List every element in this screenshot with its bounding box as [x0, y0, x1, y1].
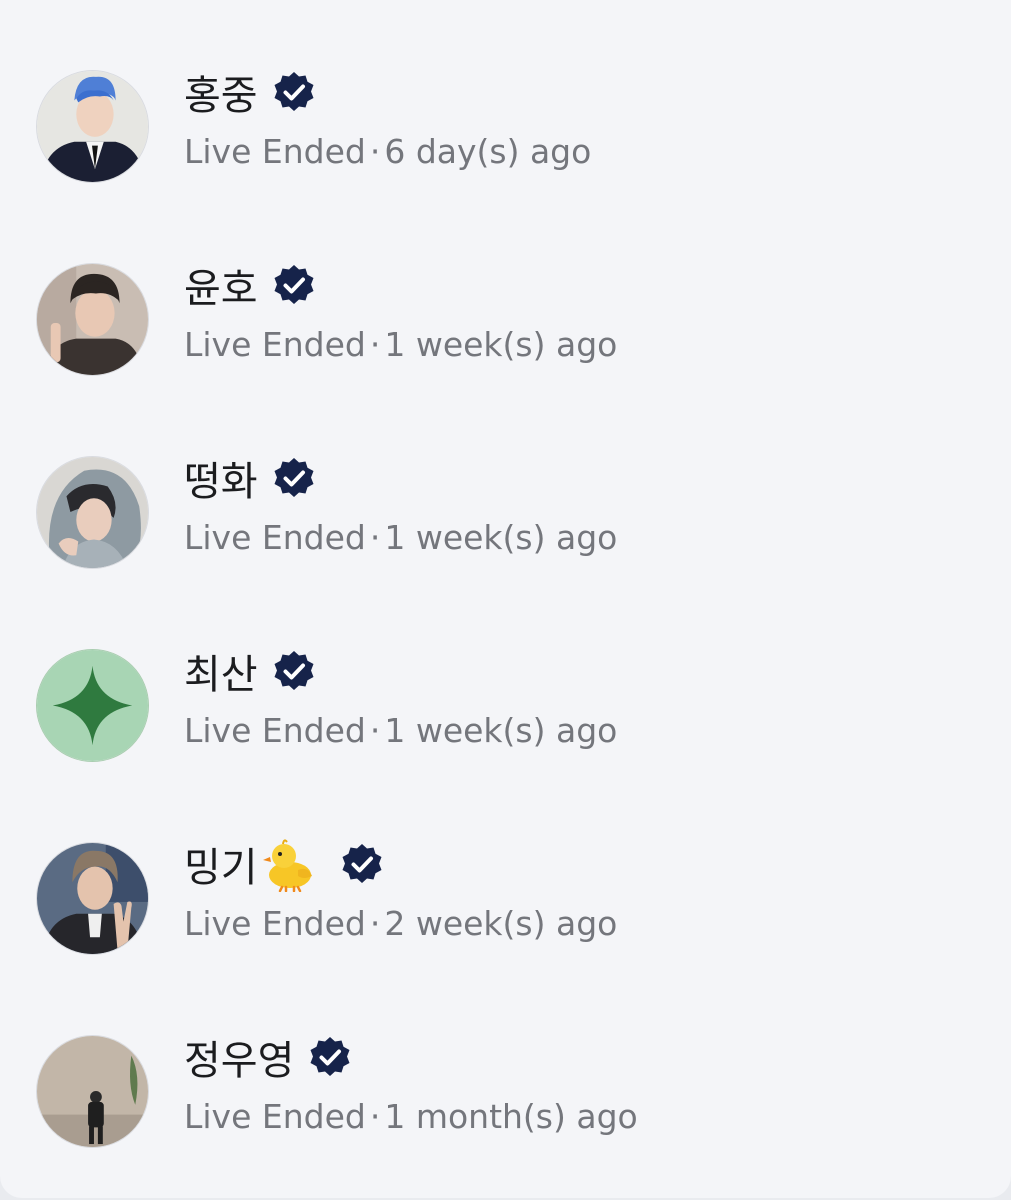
list-item[interactable]: 윤호 Live Ended · 1 week(s) ago	[0, 257, 1011, 407]
list-item[interactable]: 홍중 Live Ended · 6 day(s) ago	[0, 64, 1011, 214]
live-status: Live Ended · 1 week(s) ago	[184, 325, 618, 364]
list-item[interactable]: 밍기 Live Ended · 2 week(s) ago	[0, 836, 1011, 986]
avatar-photo-3	[37, 457, 148, 568]
verified-badge-icon	[308, 1035, 352, 1079]
live-status: Live Ended · 2 week(s) ago	[184, 904, 618, 943]
user-name[interactable]: 떵화	[184, 449, 258, 507]
name-row: 정우영	[184, 1029, 352, 1085]
avatar[interactable]	[36, 263, 149, 376]
user-name[interactable]: 정우영	[184, 1028, 294, 1086]
avatar[interactable]	[36, 70, 149, 183]
name-row: 최산	[184, 643, 316, 699]
user-name[interactable]: 윤호	[184, 256, 258, 314]
list-item[interactable]: 최산 Live Ended · 1 week(s) ago	[0, 643, 1011, 793]
live-status: Live Ended · 1 week(s) ago	[184, 518, 618, 557]
avatar[interactable]	[36, 649, 149, 762]
name-row: 윤호	[184, 257, 316, 313]
live-status: Live Ended · 1 month(s) ago	[184, 1097, 638, 1136]
verified-badge-icon	[272, 456, 316, 500]
avatar-photo-1	[37, 71, 148, 182]
verified-badge-icon	[272, 649, 316, 693]
baby-chick-icon	[260, 836, 320, 893]
name-row: 밍기	[184, 835, 384, 893]
name-row: 떵화	[184, 450, 316, 506]
avatar-photo-5	[37, 843, 148, 954]
list-item[interactable]: 정우영 Live Ended · 1 month(s) ago	[0, 1029, 1011, 1179]
live-list-panel: 홍중 Live Ended · 6 day(s) ago 윤호 Live End…	[0, 0, 1011, 1198]
user-name[interactable]: 최산	[184, 642, 258, 700]
verified-badge-icon	[340, 842, 384, 886]
green-sparkle-icon	[37, 650, 148, 761]
verified-badge-icon	[272, 263, 316, 307]
live-status: Live Ended · 1 week(s) ago	[184, 711, 618, 750]
verified-badge-icon	[272, 70, 316, 114]
list-item[interactable]: 떵화 Live Ended · 1 week(s) ago	[0, 450, 1011, 600]
user-name[interactable]: 밍기	[184, 835, 258, 893]
avatar[interactable]	[36, 456, 149, 569]
avatar-photo-2	[37, 264, 148, 375]
avatar-photo-6	[37, 1036, 148, 1147]
name-row: 홍중	[184, 64, 316, 120]
live-status: Live Ended · 6 day(s) ago	[184, 132, 592, 171]
avatar[interactable]	[36, 1035, 149, 1148]
user-name[interactable]: 홍중	[184, 63, 258, 121]
avatar[interactable]	[36, 842, 149, 955]
